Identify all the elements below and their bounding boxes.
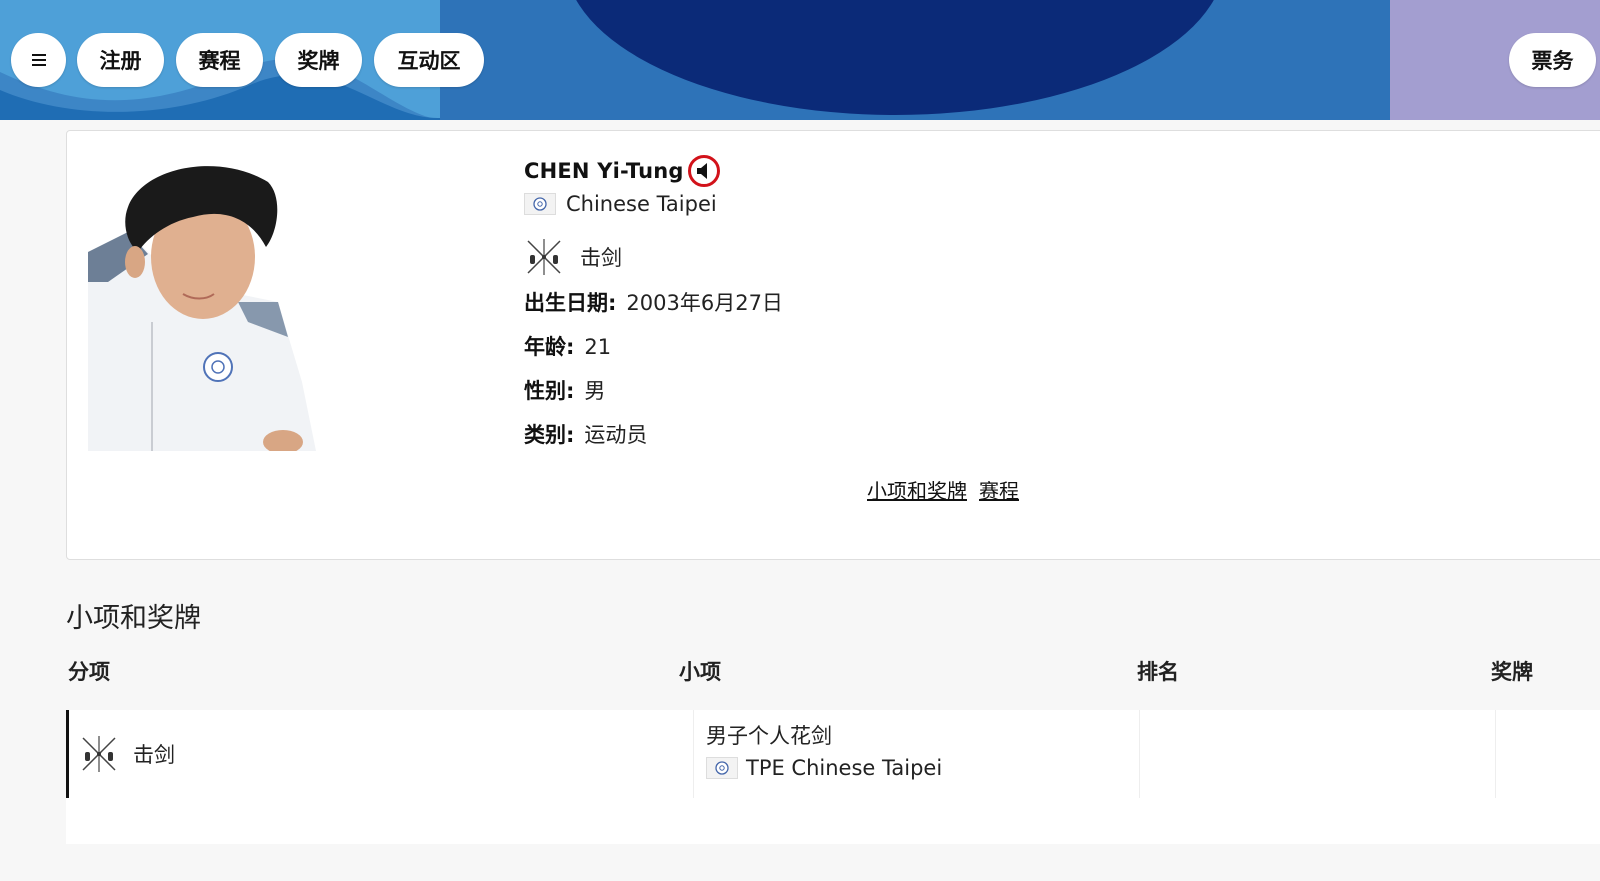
top-navigation-bar: 注册 赛程 奖牌 互动区 票务: [0, 0, 1600, 120]
profile-anchor-links: 小项和奖牌 赛程: [867, 475, 1019, 504]
chinese-taipei-olympic-flag-icon: [706, 757, 738, 779]
team-name: TPE Chinese Taipei: [746, 756, 943, 780]
athlete-name: CHEN Yi-Tung: [524, 159, 684, 183]
col-discipline: 分项: [68, 660, 110, 684]
athlete-sport: 击剑: [580, 246, 622, 270]
category-label: 类别:: [524, 423, 575, 447]
link-events-and-medals[interactable]: 小项和奖牌: [867, 475, 967, 504]
event-name[interactable]: 男子个人花剑: [706, 720, 1139, 750]
col-event: 小项: [679, 660, 721, 684]
category-field: 类别: 运动员: [524, 419, 1224, 455]
gender-field: 性别: 男: [524, 375, 1224, 411]
event-cell: 男子个人花剑 TPE Chinese Taipei: [693, 710, 1139, 798]
speaker-icon: [696, 163, 707, 179]
discipline-name: 击剑: [133, 743, 175, 767]
nav-interactive-zone[interactable]: 互动区: [374, 33, 484, 87]
age-field: 年龄: 21: [524, 331, 1224, 367]
chinese-taipei-olympic-flag-icon: [524, 193, 556, 215]
pronunciation-button[interactable]: [687, 155, 720, 187]
birth-date-value: 2003年6月27日: [626, 291, 783, 315]
events-section-title: 小项和奖牌: [66, 603, 201, 634]
table-footer-area: [66, 798, 1600, 844]
col-rank: 排名: [1137, 660, 1179, 684]
medal-cell: [1495, 710, 1600, 798]
nav-schedule[interactable]: 赛程: [176, 33, 263, 87]
athlete-country: Chinese Taipei: [566, 192, 717, 216]
age-label: 年龄:: [524, 335, 575, 359]
nav-tickets[interactable]: 票务: [1509, 33, 1596, 87]
age-value: 21: [584, 335, 612, 359]
link-schedule[interactable]: 赛程: [979, 475, 1019, 504]
birth-date-field: 出生日期: 2003年6月27日: [524, 287, 1224, 323]
table-row[interactable]: 击剑 男子个人花剑 TPE Chinese Taipei: [66, 710, 1600, 798]
menu-button[interactable]: [11, 33, 66, 87]
nav-register[interactable]: 注册: [77, 33, 164, 87]
gender-label: 性别:: [524, 379, 575, 403]
hamburger-menu-icon: [31, 54, 46, 66]
athlete-profile-card: CHEN Yi-Tung Chinese Taipei 击剑 出生日期: 200…: [66, 130, 1600, 560]
gender-value: 男: [584, 379, 606, 403]
fencing-pictogram-icon: [527, 239, 561, 275]
nav-medals[interactable]: 奖牌: [275, 33, 362, 87]
athlete-info: CHEN Yi-Tung Chinese Taipei 击剑 出生日期: 200…: [524, 155, 1224, 455]
birth-date-label: 出生日期:: [524, 291, 617, 315]
col-medal: 奖牌: [1491, 660, 1533, 684]
fencing-pictogram-icon: [82, 736, 116, 772]
events-table-header: 分项 小项 排名 奖牌: [66, 652, 1600, 688]
athlete-photo: [88, 162, 316, 451]
discipline-cell: 击剑: [69, 710, 693, 798]
category-value: 运动员: [584, 423, 648, 447]
rank-cell: [1139, 710, 1495, 798]
